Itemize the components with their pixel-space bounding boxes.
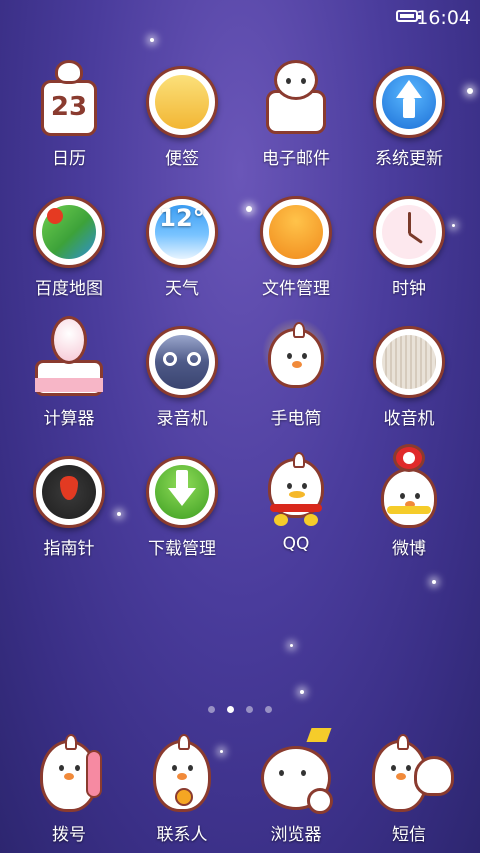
app-label: 百度地图 — [35, 279, 103, 299]
status-bar: 16:04 — [0, 0, 480, 34]
page-dot-active[interactable] — [227, 706, 234, 713]
app-email[interactable]: 电子邮件 — [240, 60, 352, 192]
app-weather[interactable]: 12° 天气 — [126, 192, 238, 322]
compass-icon — [29, 452, 109, 532]
app-label: 天气 — [165, 279, 199, 299]
app-clock[interactable]: 时钟 — [353, 192, 465, 322]
weather-icon: 12° — [142, 192, 222, 272]
email-mascot-icon — [256, 60, 336, 142]
weibo-mascot-icon — [369, 444, 449, 532]
app-label: 计算器 — [43, 409, 95, 429]
contacts-mascot-icon — [137, 732, 227, 822]
app-qq[interactable]: QQ — [240, 452, 352, 582]
page-dot[interactable] — [265, 706, 272, 713]
app-label: 收音机 — [383, 409, 435, 429]
sparkle-decoration — [300, 690, 304, 694]
system-update-icon — [369, 62, 449, 142]
dock-phone[interactable]: 拨号 — [13, 732, 125, 845]
app-label: 时钟 — [392, 279, 426, 299]
app-label: 电子邮件 — [262, 149, 330, 169]
page-indicator[interactable] — [0, 698, 480, 717]
app-notes[interactable]: 便签 — [126, 62, 238, 192]
app-label: 文件管理 — [262, 279, 330, 299]
calculator-mascot-icon — [29, 316, 109, 402]
app-label: 录音机 — [156, 409, 208, 429]
app-label: 日历 — [52, 149, 86, 169]
app-label: 系统更新 — [375, 149, 443, 169]
dock-label: 拨号 — [52, 825, 86, 845]
dock-browser[interactable]: 浏览器 — [240, 728, 352, 845]
battery-icon — [396, 10, 421, 22]
dock-contacts[interactable]: 联系人 — [126, 732, 238, 845]
dock-messaging[interactable]: 短信 — [353, 732, 465, 845]
app-flashlight[interactable]: 手电筒 — [240, 318, 352, 452]
app-compass[interactable]: 指南针 — [13, 452, 125, 582]
browser-mascot-icon — [251, 728, 341, 822]
messaging-mascot-icon — [364, 732, 454, 822]
app-label: QQ — [282, 534, 310, 554]
app-calculator[interactable]: 计算器 — [13, 316, 125, 452]
app-label: 手电筒 — [270, 409, 322, 429]
app-label: 便签 — [165, 149, 199, 169]
dock-label: 短信 — [392, 825, 426, 845]
dock-label: 联系人 — [156, 825, 208, 845]
baidu-map-icon — [29, 192, 109, 272]
radio-icon — [369, 322, 449, 402]
clock-icon — [369, 192, 449, 272]
download-manager-icon — [142, 452, 222, 532]
dock-label: 浏览器 — [270, 825, 322, 845]
file-manager-icon — [256, 192, 336, 272]
app-calendar[interactable]: 23 日历 — [13, 60, 125, 192]
page-dot[interactable] — [208, 706, 215, 713]
sparkle-decoration — [150, 38, 154, 42]
app-label: 指南针 — [43, 539, 95, 559]
sparkle-decoration — [290, 644, 293, 647]
app-download-manager[interactable]: 下载管理 — [126, 452, 238, 582]
app-system-update[interactable]: 系统更新 — [353, 62, 465, 192]
page-dot[interactable] — [246, 706, 253, 713]
weather-temperature: 12° — [159, 204, 205, 232]
status-time: 16:04 — [416, 7, 471, 29]
app-label: 下载管理 — [148, 539, 216, 559]
calendar-day: 23 — [50, 92, 88, 122]
app-radio[interactable]: 收音机 — [353, 322, 465, 452]
sparkle-decoration — [467, 88, 473, 94]
app-label: 微博 — [392, 539, 426, 559]
app-file-manager[interactable]: 文件管理 — [240, 192, 352, 322]
qq-mascot-icon — [256, 452, 336, 532]
recorder-icon — [142, 322, 222, 402]
flashlight-mascot-icon — [256, 318, 336, 402]
app-weibo[interactable]: 微博 — [353, 444, 465, 582]
phone-mascot-icon — [24, 732, 114, 822]
notes-icon — [142, 62, 222, 142]
calendar-mascot-icon: 23 — [29, 60, 109, 142]
app-recorder[interactable]: 录音机 — [126, 322, 238, 452]
app-baidu-map[interactable]: 百度地图 — [13, 192, 125, 322]
